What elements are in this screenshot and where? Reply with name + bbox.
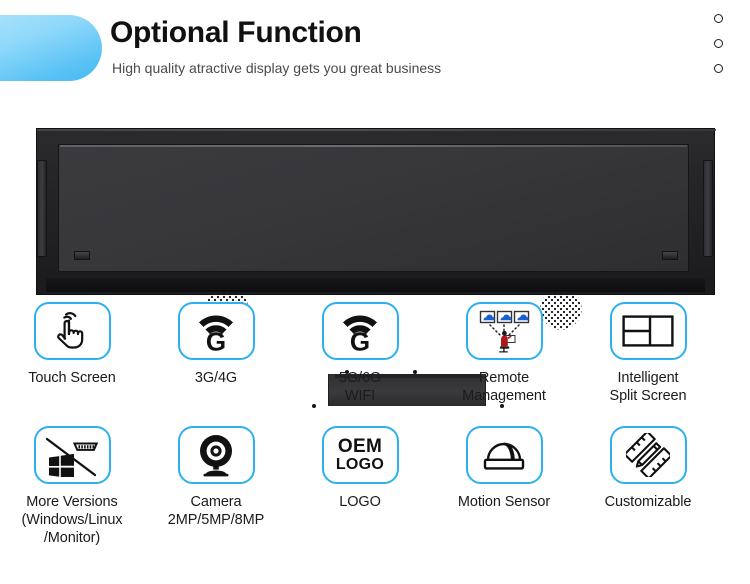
feature-5g-6g-wifi[interactable]: G 5G/6G WIFI <box>288 302 432 426</box>
os-versions-hdmi-icon <box>33 426 111 484</box>
circle-icon <box>714 39 723 48</box>
feature-label: Remote Management <box>462 370 546 404</box>
page-title: Optional Function <box>110 16 362 49</box>
feature-label: Intelligent Split Screen <box>609 370 687 404</box>
svg-text:G: G <box>206 327 226 353</box>
display-back-panel <box>58 144 689 272</box>
circle-icon <box>714 14 723 23</box>
feature-row: Touch Screen G 3G/4G G 5G/6G WIFI Remote… <box>0 302 750 426</box>
feature-touch-screen[interactable]: Touch Screen <box>0 302 144 426</box>
feature-more-versions[interactable]: More Versions (Windows/Linux /Monitor) <box>0 426 144 576</box>
remote-management-icon <box>465 302 543 360</box>
motion-sensor-icon <box>465 426 543 484</box>
feature-motion-sensor[interactable]: Motion Sensor <box>432 426 576 576</box>
feature-label: Customizable <box>604 494 692 510</box>
feature-camera[interactable]: Camera 2MP/5MP/8MP <box>144 426 288 576</box>
oem-text: OEM <box>337 435 383 457</box>
page-subtitle: High quality atractive display gets you … <box>112 60 442 76</box>
split-screen-icon <box>609 302 687 360</box>
oem-logo-icon: OEM LOGO <box>321 426 399 484</box>
feature-label: 3G/4G <box>194 370 238 386</box>
header-dot-group <box>714 14 728 84</box>
bracket-foot-right <box>662 251 678 260</box>
circle-icon <box>714 64 723 73</box>
product-image <box>36 128 716 408</box>
panel-highlight <box>60 145 687 147</box>
feature-logo[interactable]: OEM LOGO LOGO <box>288 426 432 576</box>
feature-label: LOGO <box>339 494 381 510</box>
bracket-foot-left <box>74 251 90 260</box>
display-base-edge <box>46 278 705 292</box>
feature-label: Motion Sensor <box>457 494 551 510</box>
mount-bracket-right <box>703 160 713 257</box>
mount-bracket-left <box>37 160 47 257</box>
bezel-highlight <box>37 129 716 131</box>
page-header: Optional Function High quality atractive… <box>0 0 750 108</box>
feature-remote-management[interactable]: Remote Management <box>432 302 576 426</box>
feature-label: 5G/6G WIFI <box>338 370 382 404</box>
feature-label: More Versions (Windows/Linux /Monitor) <box>21 494 123 546</box>
wifi-3g4g-icon: G <box>177 302 255 360</box>
feature-row: More Versions (Windows/Linux /Monitor) C… <box>0 426 750 576</box>
pencil-ruler-icon <box>609 426 687 484</box>
feature-label: Camera 2MP/5MP/8MP <box>167 494 265 528</box>
feature-customizable[interactable]: Customizable <box>576 426 720 576</box>
svg-text:G: G <box>350 327 370 353</box>
touch-hand-icon <box>33 302 111 360</box>
feature-grid: Touch Screen G 3G/4G G 5G/6G WIFI Remote… <box>0 302 750 576</box>
feature-label: Touch Screen <box>28 370 116 386</box>
feature-intelligent-split-screen[interactable]: Intelligent Split Screen <box>576 302 720 426</box>
logo-text: LOGO <box>335 455 385 473</box>
wifi-5g6g-icon: G <box>321 302 399 360</box>
feature-3g-4g[interactable]: G 3G/4G <box>144 302 288 426</box>
webcam-icon <box>177 426 255 484</box>
header-decorative-blob <box>0 15 102 81</box>
